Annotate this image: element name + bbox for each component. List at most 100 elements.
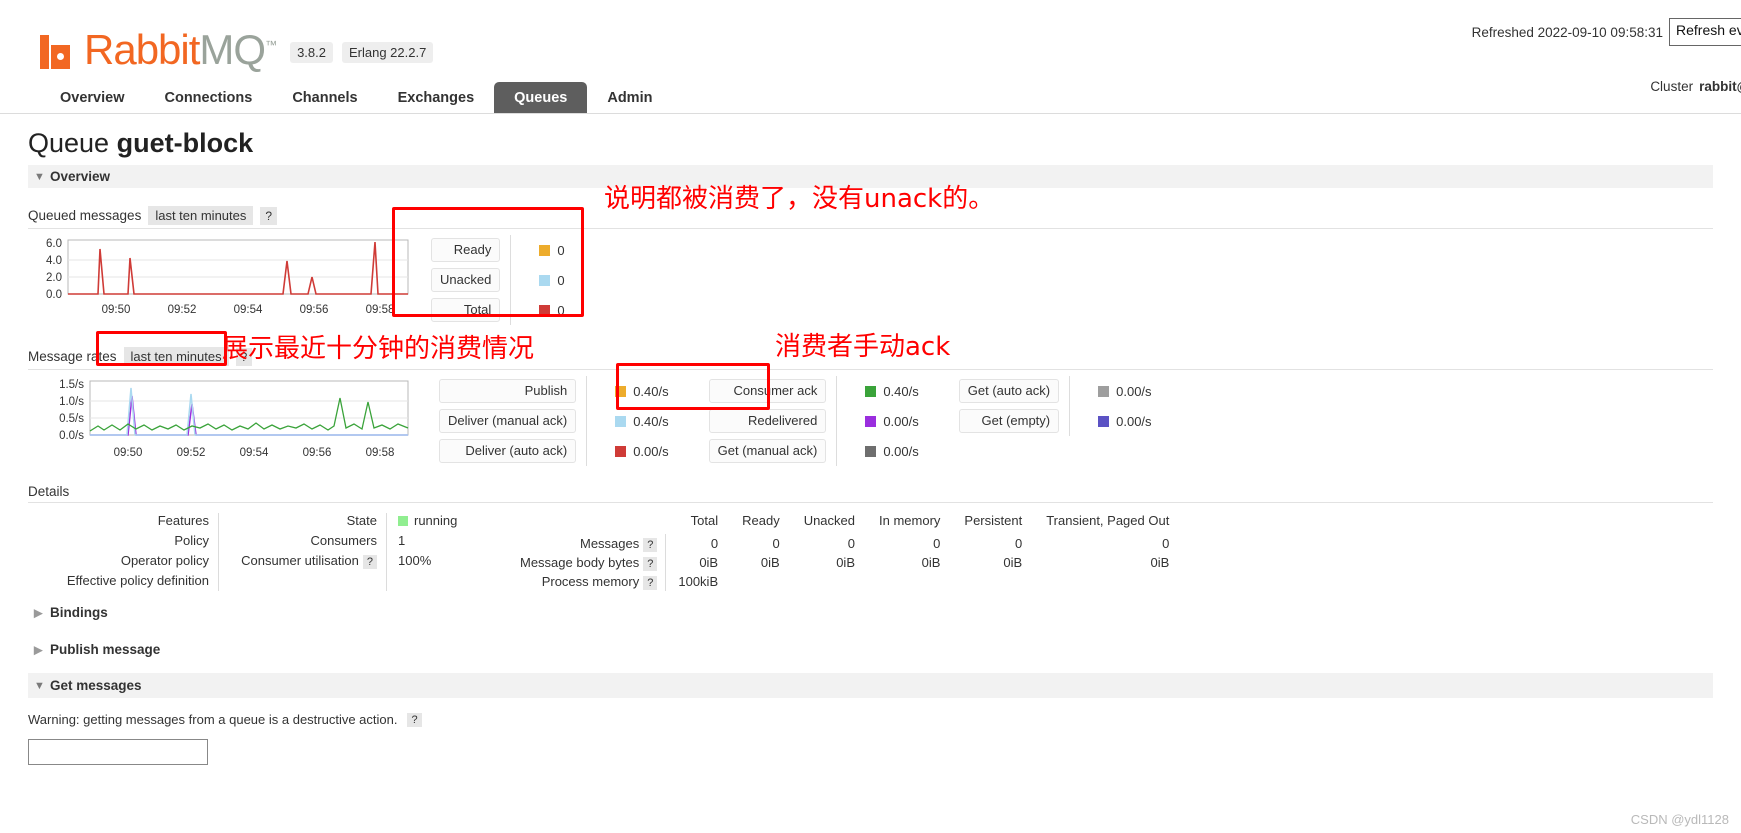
queued-messages-block: Queued messages last ten minutes ? 6.0 4… bbox=[28, 206, 1713, 325]
tab-admin[interactable]: Admin bbox=[587, 82, 672, 114]
svg-text:4.0: 4.0 bbox=[46, 255, 62, 267]
caret-right-icon: ▶ bbox=[34, 644, 43, 656]
legend-value-total: 0 bbox=[525, 302, 565, 318]
consumers-value: 1 bbox=[398, 533, 406, 548]
details-features-values bbox=[218, 513, 238, 591]
consumer-utilisation-value: 100% bbox=[398, 553, 432, 568]
queued-messages-chart-row: 6.0 4.0 2.0 0.0 09:50 09:52 09:54 09:56 … bbox=[28, 235, 1713, 325]
value-unacked: 0 bbox=[557, 272, 565, 288]
svg-text:0.0: 0.0 bbox=[46, 289, 62, 301]
refresh-interval-select[interactable]: Refresh every bbox=[1669, 18, 1741, 46]
legend-value-deliver-manual-ack: 0.40/s bbox=[601, 414, 669, 429]
value-deliver-auto-ack: 0.00/s bbox=[633, 443, 669, 459]
help-icon[interactable]: ? bbox=[260, 206, 278, 225]
legend-value-deliver-auto-ack: 0.00/s bbox=[601, 443, 669, 459]
stats-row-label-messages: Messages? bbox=[508, 534, 667, 553]
stats-col-unacked: Unacked bbox=[803, 513, 855, 528]
legend-value-consumer-ack: 0.40/s bbox=[851, 383, 919, 399]
details-features-col: Features Policy Operator policy Effectiv… bbox=[28, 513, 238, 591]
tab-queues[interactable]: Queues bbox=[494, 82, 588, 114]
annotation-note-manual-ack: 消费者手动ack bbox=[775, 332, 951, 362]
value-publish: 0.40/s bbox=[633, 383, 669, 399]
svg-text:0.5/s: 0.5/s bbox=[59, 413, 84, 425]
queue-name: guet-block bbox=[116, 128, 254, 158]
rabbitmq-logo[interactable]: RabbitMQ™ 3.8.2 Erlang 22.2.7 bbox=[40, 26, 434, 71]
cluster-label: Cluster bbox=[1650, 79, 1694, 94]
legend-value-redelivered: 0.00/s bbox=[851, 414, 919, 429]
legend-label-unacked[interactable]: Unacked bbox=[431, 268, 501, 292]
bindings-section[interactable]: ▶ Bindings bbox=[28, 597, 1713, 628]
svg-text:09:52: 09:52 bbox=[168, 304, 197, 316]
details-label-state: State bbox=[346, 513, 377, 528]
legend-label-get-manual-ack[interactable]: Get (manual ack) bbox=[708, 439, 827, 463]
help-icon[interactable]: ? bbox=[362, 555, 377, 569]
details-stats-col: Total Ready Unacked In memory Persistent… bbox=[508, 513, 1182, 591]
legend-value-publish: 0.40/s bbox=[601, 383, 669, 399]
swatch-deliver-auto-icon bbox=[615, 445, 627, 457]
stats-col-persistent: Persistent bbox=[964, 513, 1023, 528]
page-title-prefix: Queue bbox=[28, 128, 110, 158]
caret-right-icon: ▶ bbox=[34, 607, 43, 619]
messages-unacked: 0 bbox=[847, 536, 855, 551]
logo-rabbit-text: Rabbit bbox=[84, 26, 200, 73]
message-rates-period[interactable]: last ten minutes bbox=[123, 347, 229, 366]
stats-col-total: Total bbox=[690, 513, 719, 528]
legend-label-total[interactable]: Total bbox=[431, 298, 501, 322]
top-header: RabbitMQ™ 3.8.2 Erlang 22.2.7 Refreshed … bbox=[0, 0, 1741, 115]
svg-text:09:56: 09:56 bbox=[303, 447, 332, 459]
bytes-ready: 0iB bbox=[760, 555, 780, 570]
swatch-get-auto-icon bbox=[1098, 385, 1110, 397]
legend-label-get-auto-ack[interactable]: Get (auto ack) bbox=[958, 379, 1060, 403]
value-total: 0 bbox=[557, 302, 565, 318]
tab-exchanges[interactable]: Exchanges bbox=[378, 82, 495, 114]
bytes-in-memory: 0iB bbox=[921, 555, 941, 570]
help-icon[interactable]: ? bbox=[643, 557, 658, 571]
process-memory-total: 100kiB bbox=[678, 574, 719, 589]
messages-total: 0 bbox=[710, 536, 719, 551]
publish-message-section[interactable]: ▶ Publish message bbox=[28, 634, 1713, 665]
get-messages-section[interactable]: ▼ Get messages bbox=[28, 673, 1713, 698]
help-icon[interactable]: ? bbox=[643, 576, 658, 590]
version-badge: 3.8.2 bbox=[290, 42, 333, 63]
message-rates-chart-row: 1.5/s 1.0/s 0.5/s 0.0/s 09:50 09:52 09:5… bbox=[28, 376, 1713, 468]
queued-messages-title: Queued messages bbox=[28, 208, 142, 223]
swatch-redelivered-icon bbox=[865, 415, 877, 427]
value-get-empty: 0.00/s bbox=[1116, 413, 1152, 429]
legend-label-get-empty[interactable]: Get (empty) bbox=[958, 409, 1060, 433]
stats-row-label-message-body-bytes: Message body bytes? bbox=[508, 553, 667, 572]
warning-text: Warning: getting messages from a queue i… bbox=[28, 712, 398, 727]
details-state-col: State Consumers Consumer utilisation? ru… bbox=[238, 513, 468, 591]
queued-messages-period[interactable]: last ten minutes bbox=[148, 206, 254, 225]
bytes-transient: 0iB bbox=[1150, 555, 1170, 570]
value-consumer-ack: 0.40/s bbox=[883, 383, 919, 399]
get-messages-input[interactable] bbox=[28, 739, 208, 765]
details-label-operator-policy: Operator policy bbox=[120, 553, 209, 568]
help-icon[interactable]: ? bbox=[643, 538, 658, 552]
details-label-consumer-utilisation: Consumer utilisation? bbox=[241, 553, 377, 569]
caret-down-icon: ▼ bbox=[34, 170, 45, 183]
legend-value-get-auto-ack: 0.00/s bbox=[1084, 384, 1152, 399]
help-icon[interactable]: ? bbox=[407, 712, 422, 727]
legend-label-deliver-auto-ack[interactable]: Deliver (auto ack) bbox=[439, 439, 577, 463]
legend-label-publish[interactable]: Publish bbox=[439, 379, 577, 403]
legend-label-redelivered[interactable]: Redelivered bbox=[708, 409, 827, 433]
messages-persistent: 0 bbox=[1014, 536, 1023, 551]
legend-label-deliver-manual-ack[interactable]: Deliver (manual ack) bbox=[439, 409, 577, 433]
details-label-features: Features bbox=[157, 513, 209, 528]
legend-label-consumer-ack[interactable]: Consumer ack bbox=[708, 379, 827, 403]
legend-label-ready[interactable]: Ready bbox=[431, 238, 501, 262]
svg-text:09:58: 09:58 bbox=[366, 447, 395, 459]
tab-connections[interactable]: Connections bbox=[145, 82, 273, 114]
main-nav-tabs: Overview Connections Channels Exchanges … bbox=[40, 82, 672, 114]
swatch-ready-icon bbox=[539, 244, 551, 256]
tab-overview[interactable]: Overview bbox=[40, 82, 145, 114]
tab-channels[interactable]: Channels bbox=[272, 82, 377, 114]
logo-mq-text: MQ bbox=[199, 26, 266, 73]
swatch-get-manual-icon bbox=[865, 445, 877, 457]
details-label-effective-policy: Effective policy definition bbox=[66, 573, 209, 588]
caret-down-icon: ▼ bbox=[34, 679, 45, 692]
queued-messages-legend: Ready Unacked Total 0 0 0 bbox=[431, 235, 565, 325]
details-state-values: running 1 100% bbox=[386, 513, 468, 591]
message-rates-title: Message rates bbox=[28, 349, 117, 364]
message-rates-legend-col3: Get (auto ack) Get (empty) 0.00/s 0.00/s bbox=[958, 376, 1152, 436]
